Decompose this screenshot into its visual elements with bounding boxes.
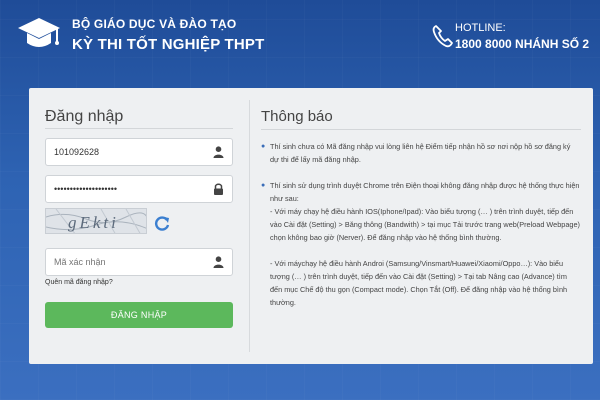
notice-section: Thông báo ● Thí sinh chưa có Mã đăng nhậ…	[261, 88, 581, 364]
main-panel: Đăng nhập gEkti	[29, 88, 593, 364]
forgot-code-link[interactable]: Quên mã đăng nhập?	[45, 279, 113, 286]
notice-item: ● Thí sinh sử dụng trình duyệt Chrome tr…	[261, 181, 580, 203]
login-title: Đăng nhập	[45, 108, 124, 125]
captcha-text: gEkti	[68, 213, 119, 232]
user-icon	[213, 256, 224, 268]
column-separator	[249, 100, 250, 352]
graduation-cap-icon	[18, 18, 60, 47]
notice-title: Thông báo	[261, 108, 333, 125]
user-icon	[213, 146, 224, 158]
refresh-captcha-icon[interactable]	[153, 214, 171, 232]
notice-sub-item: - Với máychạy hệ điều hành Androi (Samsu…	[270, 259, 568, 307]
hotline-number[interactable]: 1800 8000 NHÁNH SỐ 2	[455, 37, 589, 51]
username-input[interactable]	[46, 139, 206, 165]
phone-icon	[432, 25, 453, 48]
divider	[45, 128, 233, 129]
captcha-field[interactable]	[45, 248, 233, 276]
login-button[interactable]: ĐĂNG NHẬP	[45, 302, 233, 328]
exam-title: KỲ THI TỐT NGHIỆP THPT	[72, 36, 265, 53]
lock-icon	[214, 183, 223, 195]
password-field[interactable]	[45, 175, 233, 203]
login-form: Đăng nhập gEkti	[29, 88, 249, 364]
notice-sub-item: - Với máy chạy hệ điều hành IOS(Iphone/I…	[270, 207, 580, 242]
bullet-icon: ●	[261, 182, 266, 189]
notice-item: ● Thí sinh chưa có Mã đăng nhập vui lòng…	[261, 142, 571, 164]
brand: BỘ GIÁO DỤC VÀ ĐÀO TẠO KỲ THI TỐT NGHIỆP…	[72, 17, 264, 53]
hotline-label: HOTLINE:	[455, 22, 506, 34]
ministry-name: BỘ GIÁO DỤC VÀ ĐÀO TẠO	[72, 17, 237, 31]
username-field[interactable]	[45, 138, 233, 166]
captcha-image: gEkti	[45, 208, 147, 234]
password-input[interactable]	[46, 176, 206, 202]
bullet-icon: ●	[261, 143, 266, 150]
divider	[261, 129, 581, 130]
captcha-input[interactable]	[46, 249, 206, 275]
site-header: BỘ GIÁO DỤC VÀ ĐÀO TẠO KỲ THI TỐT NGHIỆP…	[0, 0, 600, 80]
